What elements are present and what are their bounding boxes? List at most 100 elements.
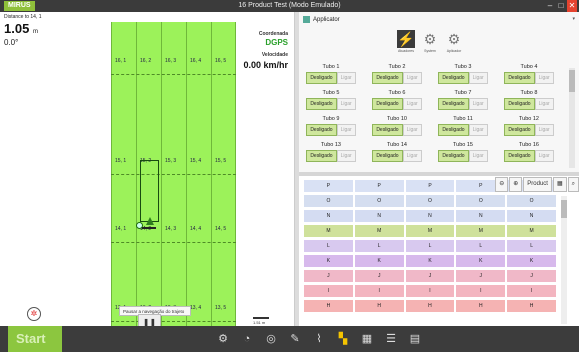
chevron-down-icon[interactable]: ▾ xyxy=(572,16,575,22)
tube-on-button[interactable]: Ligar xyxy=(534,72,554,84)
tube-off-button[interactable]: Desligado xyxy=(438,150,469,162)
rate-cell[interactable]: H xyxy=(506,299,557,313)
compass-icon[interactable]: ✲ xyxy=(27,307,41,321)
tube-off-button[interactable]: Desligado xyxy=(306,124,337,136)
rate-cell[interactable]: J xyxy=(404,269,456,283)
gears-icon[interactable]: ⚙ xyxy=(215,326,231,352)
field-map[interactable]: 16, 1 16, 2 16, 3 16, 4 16, 5 15, 1 15, 2 15, 3… xyxy=(111,22,236,337)
tube-off-button[interactable]: Desligado xyxy=(372,72,403,84)
tube-off-button[interactable]: Desligado xyxy=(438,72,469,84)
table-icon[interactable]: ▤ xyxy=(407,326,423,352)
rate-cell[interactable]: N xyxy=(455,209,507,223)
tube-off-button[interactable]: Desligado xyxy=(504,150,535,162)
rate-cell[interactable]: M xyxy=(404,224,456,238)
rate-cell[interactable]: H xyxy=(455,299,507,313)
rate-cell[interactable]: M xyxy=(353,224,405,238)
tube-on-button[interactable]: Ligar xyxy=(468,124,488,136)
rate-cell[interactable]: K xyxy=(506,254,557,268)
rate-cell[interactable]: K xyxy=(303,254,354,268)
rate-cell[interactable]: I xyxy=(455,284,507,298)
rate-cell[interactable]: O xyxy=(404,194,456,208)
tube-on-button[interactable]: Ligar xyxy=(336,150,356,162)
rate-cell[interactable]: L xyxy=(353,239,405,253)
tube-on-button[interactable]: Ligar xyxy=(336,124,356,136)
tube-on-button[interactable]: Ligar xyxy=(534,124,554,136)
tube-on-button[interactable]: Ligar xyxy=(402,98,422,110)
tube-on-button[interactable]: Ligar xyxy=(336,98,356,110)
rate-cell[interactable]: I xyxy=(506,284,557,298)
tube-off-button[interactable]: Desligado xyxy=(306,150,337,162)
rate-cell[interactable]: K xyxy=(353,254,405,268)
rate-cell[interactable]: K xyxy=(455,254,507,268)
start-button[interactable]: Start xyxy=(8,326,62,352)
rate-cell[interactable]: J xyxy=(506,269,557,283)
rate-cell[interactable]: O xyxy=(506,194,557,208)
rate-cell[interactable]: I xyxy=(353,284,405,298)
product-button[interactable]: Product xyxy=(523,177,552,192)
rate-cell[interactable]: H xyxy=(404,299,456,313)
rate-cell[interactable]: N xyxy=(404,209,456,223)
rate-cell[interactable]: L xyxy=(455,239,507,253)
rate-cell[interactable]: J xyxy=(353,269,405,283)
rate-cell[interactable]: P xyxy=(303,179,354,193)
search-icon[interactable]: ⌕ xyxy=(567,177,579,192)
tube-off-button[interactable]: Desligado xyxy=(306,72,337,84)
applicator-header[interactable]: Applicator ▾ xyxy=(299,12,579,28)
list-icon[interactable]: ☰ xyxy=(383,326,399,352)
rate-cell[interactable]: M xyxy=(506,224,557,238)
tab-atuadores[interactable]: ⚡ Atuadores xyxy=(395,30,417,58)
rate-cell[interactable]: M xyxy=(303,224,354,238)
rate-cell[interactable]: L xyxy=(303,239,354,253)
rate-cell[interactable]: L xyxy=(404,239,456,253)
gauge-icon[interactable]: ◎ xyxy=(263,326,279,352)
rate-cell[interactable]: N xyxy=(303,209,354,223)
rate-cell[interactable]: I xyxy=(303,284,354,298)
rate-cell[interactable]: O xyxy=(353,194,405,208)
tube-on-button[interactable]: Ligar xyxy=(402,124,422,136)
rate-scrollbar[interactable] xyxy=(561,196,567,324)
map-pane[interactable]: Distance to 14, 1 1.05 m 0.0° Coordenada… xyxy=(0,12,295,337)
tab-aplicador[interactable]: ⚙ Aplicador xyxy=(443,30,465,58)
tube-on-button[interactable]: Ligar xyxy=(402,150,422,162)
tube-off-button[interactable]: Desligado xyxy=(372,150,403,162)
rate-cell[interactable]: N xyxy=(506,209,557,223)
tube-on-button[interactable]: Ligar xyxy=(534,98,554,110)
tube-on-button[interactable]: Ligar xyxy=(468,150,488,162)
rate-cell[interactable]: J xyxy=(455,269,507,283)
tube-on-button[interactable]: Ligar xyxy=(468,72,488,84)
tube-off-button[interactable]: Desligado xyxy=(306,98,337,110)
tube-on-button[interactable]: Ligar xyxy=(402,72,422,84)
minimize-button[interactable]: – xyxy=(545,0,555,12)
rate-cell[interactable]: J xyxy=(303,269,354,283)
tube-off-button[interactable]: Desligado xyxy=(438,124,469,136)
line-chart-icon[interactable]: ⌇ xyxy=(311,326,327,352)
tube-off-button[interactable]: Desligado xyxy=(372,124,403,136)
tube-off-button[interactable]: Desligado xyxy=(504,98,535,110)
tube-on-button[interactable]: Ligar xyxy=(336,72,356,84)
tube-on-button[interactable]: Ligar xyxy=(534,150,554,162)
rate-cell[interactable]: O xyxy=(303,194,354,208)
tube-off-button[interactable]: Desligado xyxy=(504,124,535,136)
tube-off-button[interactable]: Desligado xyxy=(438,98,469,110)
chart-pie-icon[interactable]: ◔ xyxy=(239,326,255,352)
rate-cell[interactable]: M xyxy=(455,224,507,238)
rate-cell[interactable]: H xyxy=(353,299,405,313)
tube-on-button[interactable]: Ligar xyxy=(468,98,488,110)
pen-icon[interactable]: ✎ xyxy=(287,326,303,352)
grid-icon[interactable]: ▦ xyxy=(552,177,567,192)
zoom-in-icon[interactable]: ⊕ xyxy=(509,177,523,192)
rate-cell[interactable]: K xyxy=(404,254,456,268)
zoom-out-icon[interactable]: ⊖ xyxy=(495,177,509,192)
tube-off-button[interactable]: Desligado xyxy=(504,72,535,84)
rate-cell[interactable]: P xyxy=(353,179,405,193)
rate-cell[interactable]: N xyxy=(353,209,405,223)
rate-cell[interactable]: L xyxy=(506,239,557,253)
grid-small-icon[interactable]: ▚ xyxy=(335,326,351,352)
rate-cell[interactable]: P xyxy=(404,179,456,193)
maximize-button[interactable]: □ xyxy=(556,0,566,12)
close-button[interactable]: ✕ xyxy=(567,0,577,12)
rate-cell[interactable]: O xyxy=(455,194,507,208)
tube-off-button[interactable]: Desligado xyxy=(372,98,403,110)
rate-cell[interactable]: H xyxy=(303,299,354,313)
rate-cell[interactable]: I xyxy=(404,284,456,298)
